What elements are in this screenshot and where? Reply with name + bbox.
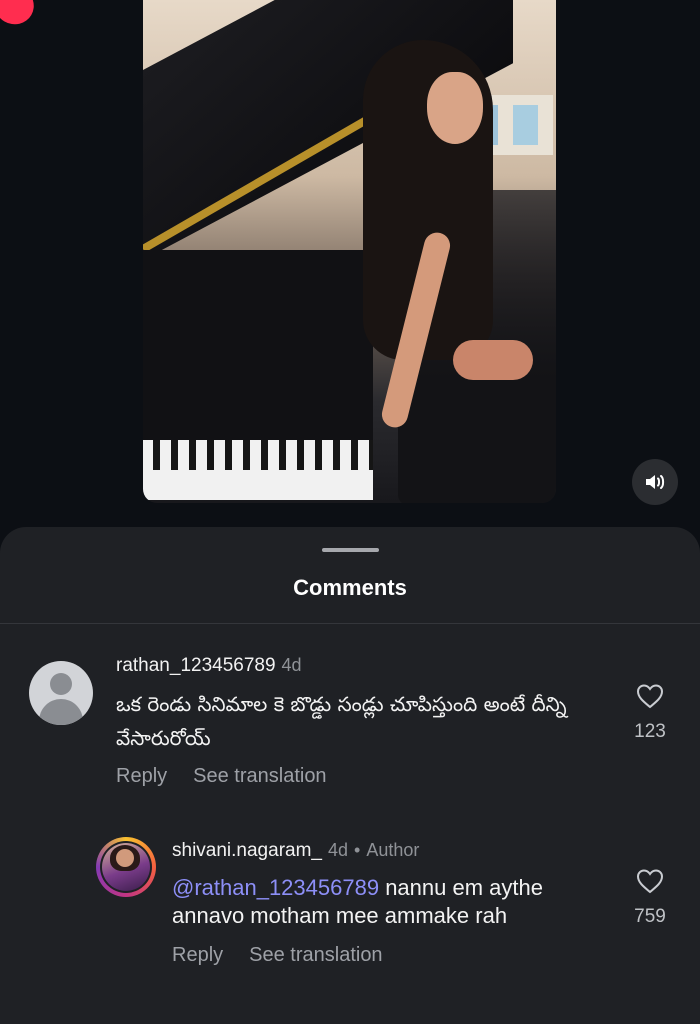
- like-count: 759: [634, 906, 666, 927]
- comments-sheet: Comments rathan_123456789 4d ఒక రెండు సిన…: [0, 527, 700, 1024]
- speaker-icon: [646, 475, 665, 489]
- sheet-title: Comments: [293, 575, 407, 600]
- reply-comment-item: shivani.nagaram_ 4d • Author @rathan_123456…: [172, 840, 612, 967]
- author-avatar[interactable]: [96, 837, 156, 897]
- mute-toggle-button[interactable]: [632, 459, 678, 505]
- comment-text: @rathan_123456789 nannu em aythe annavo …: [172, 874, 597, 930]
- like-count: 123: [634, 721, 666, 742]
- drag-handle[interactable]: [322, 548, 379, 552]
- mention-link[interactable]: @rathan_123456789: [172, 875, 379, 900]
- divider: [0, 623, 700, 624]
- comment-time: 4d: [327, 840, 349, 860]
- heart-icon[interactable]: [635, 867, 665, 895]
- meta-separator: •: [354, 840, 361, 860]
- comment-username[interactable]: rathan_123456789: [116, 655, 276, 676]
- like-column: 123: [620, 682, 680, 743]
- comment-text: ఒక రెండు సినిమాల కె బొడ్డు సండ్లు చూపిస్…: [116, 692, 567, 750]
- comment-item: rathan_123456789 4d ఒక రెండు సినిమాల కె బ…: [116, 655, 596, 788]
- post-photo[interactable]: [143, 0, 556, 503]
- avatar[interactable]: [29, 661, 93, 725]
- app-accent-shape: [0, 0, 41, 32]
- like-column: 759: [620, 867, 680, 928]
- heart-icon[interactable]: [635, 682, 665, 710]
- reply-button[interactable]: Reply: [172, 944, 223, 966]
- see-translation-button[interactable]: See translation: [249, 944, 382, 966]
- author-badge: Author: [366, 840, 420, 860]
- comment-time: 4d: [281, 655, 302, 675]
- see-translation-button[interactable]: See translation: [193, 765, 326, 787]
- reply-button[interactable]: Reply: [116, 765, 167, 787]
- media-area: [0, 0, 700, 540]
- comment-username[interactable]: shivani.nagaram_: [172, 840, 322, 861]
